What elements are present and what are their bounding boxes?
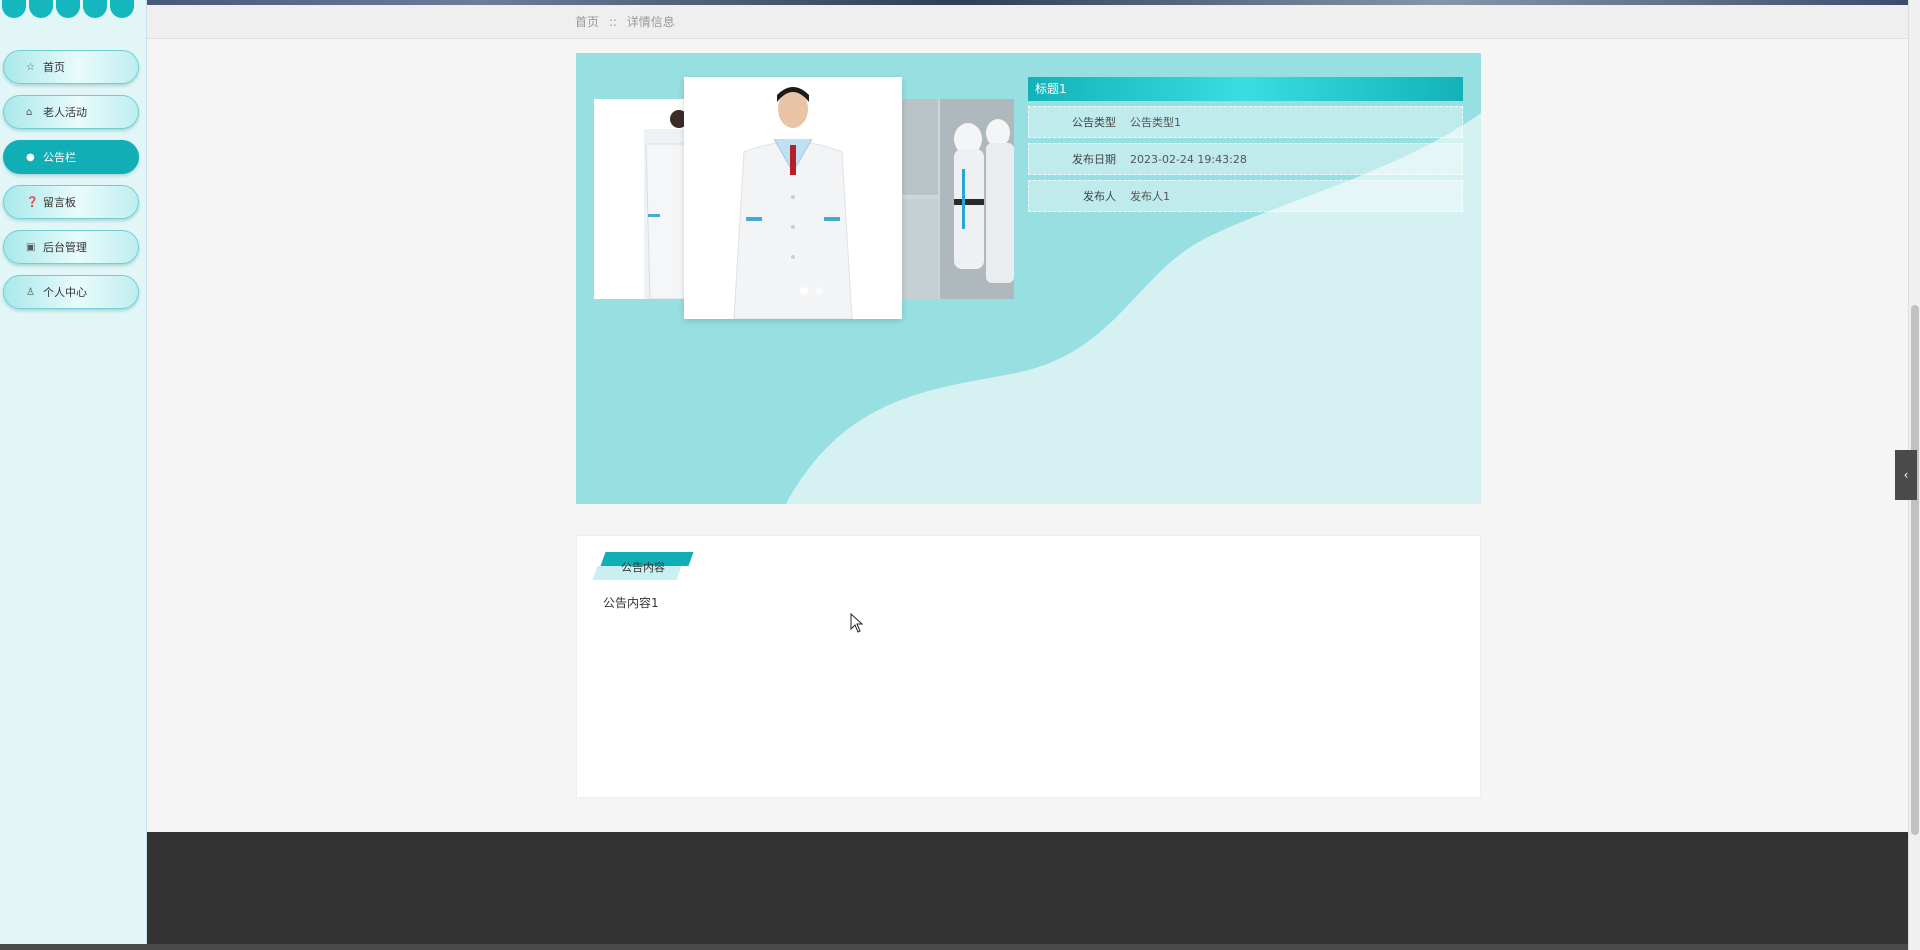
detail-row-value: 发布人1	[1130, 190, 1170, 203]
scrollbar-thumb[interactable]	[1911, 305, 1919, 835]
star-icon: ☆	[26, 61, 35, 73]
detail-row-value: 2023-02-24 19:43:28	[1130, 152, 1247, 166]
detail-row-label: 发布人	[1083, 190, 1116, 203]
carousel-dot-active[interactable]	[800, 287, 808, 295]
sidebar-item-label: 后台管理	[43, 241, 87, 254]
content-section-tag: 公告内容	[592, 552, 695, 580]
user-icon: ♙	[26, 286, 35, 298]
box-icon: ▣	[26, 241, 36, 253]
sidebar-nav: ☆ 首页 ⌂ 老人活动 ● 公告栏 ❓ 留言板 ▣ 后台管理 ♙ 个人中心	[3, 50, 139, 320]
sidebar-item-label: 个人中心	[43, 286, 87, 299]
detail-row-label: 公告类型	[1072, 116, 1116, 129]
content-section-label: 公告内容	[621, 561, 665, 574]
sidebar-item-message-board[interactable]: ❓ 留言板	[3, 185, 139, 219]
content-card: 公告内容 公告内容1	[576, 535, 1481, 798]
chevron-left-icon: ‹	[1903, 468, 1909, 482]
sidebar-item-label: 老人活动	[43, 106, 87, 119]
side-panel-toggle[interactable]: ‹	[1895, 450, 1917, 500]
detail-title: 标题1	[1028, 77, 1463, 101]
sidebar-item-bulletin[interactable]: ● 公告栏	[3, 140, 139, 174]
question-icon: ❓	[26, 196, 39, 208]
circle-icon: ●	[26, 151, 35, 163]
window-bottom-bar	[0, 944, 1920, 950]
carousel-image-next	[902, 99, 1014, 299]
carousel-dot[interactable]	[815, 287, 823, 295]
breadcrumb-home[interactable]: 首页	[575, 15, 599, 29]
sidebar: ☆ 首页 ⌂ 老人活动 ● 公告栏 ❓ 留言板 ▣ 后台管理 ♙ 个人中心	[0, 0, 147, 950]
sidebar-item-label: 留言板	[43, 196, 76, 209]
carousel-image-current	[684, 77, 902, 319]
breadcrumb: 首页 :: 详情信息	[575, 13, 681, 30]
detail-info-panel: 标题1 公告类型 公告类型1 发布日期 2023-02-24 19:43:28 …	[1028, 77, 1463, 217]
detail-row-date: 发布日期 2023-02-24 19:43:28	[1028, 143, 1463, 175]
content-body: 公告内容1	[603, 596, 659, 610]
sidebar-item-label: 公告栏	[43, 151, 76, 164]
bag-icon: ⌂	[26, 106, 33, 118]
detail-row-type: 公告类型 公告类型1	[1028, 106, 1463, 138]
sidebar-scallop-decoration	[0, 0, 147, 18]
mouse-cursor-icon	[850, 613, 864, 633]
sidebar-item-admin[interactable]: ▣ 后台管理	[3, 230, 139, 264]
breadcrumb-separator: ::	[608, 15, 617, 29]
breadcrumb-current: 详情信息	[626, 15, 675, 29]
detail-row-label: 发布日期	[1072, 153, 1116, 166]
sidebar-item-home[interactable]: ☆ 首页	[3, 50, 139, 84]
detail-hero: ‹ 标题1 公告类型 公告类型1 发布日期 2023-02-24 19:43:2…	[576, 53, 1481, 504]
carousel-image-prev	[594, 99, 694, 299]
header-bar: 首页 :: 详情信息	[147, 5, 1908, 39]
image-carousel[interactable]: ‹	[594, 77, 1014, 373]
carousel-indicators	[800, 287, 823, 295]
detail-row-publisher: 发布人 发布人1	[1028, 180, 1463, 212]
detail-row-value: 公告类型1	[1130, 116, 1181, 129]
sidebar-item-elderly-activities[interactable]: ⌂ 老人活动	[3, 95, 139, 129]
sidebar-item-label: 首页	[43, 61, 65, 74]
carousel-prev-button[interactable]: ‹	[608, 207, 634, 233]
sidebar-item-profile[interactable]: ♙ 个人中心	[3, 275, 139, 309]
footer	[147, 832, 1908, 950]
